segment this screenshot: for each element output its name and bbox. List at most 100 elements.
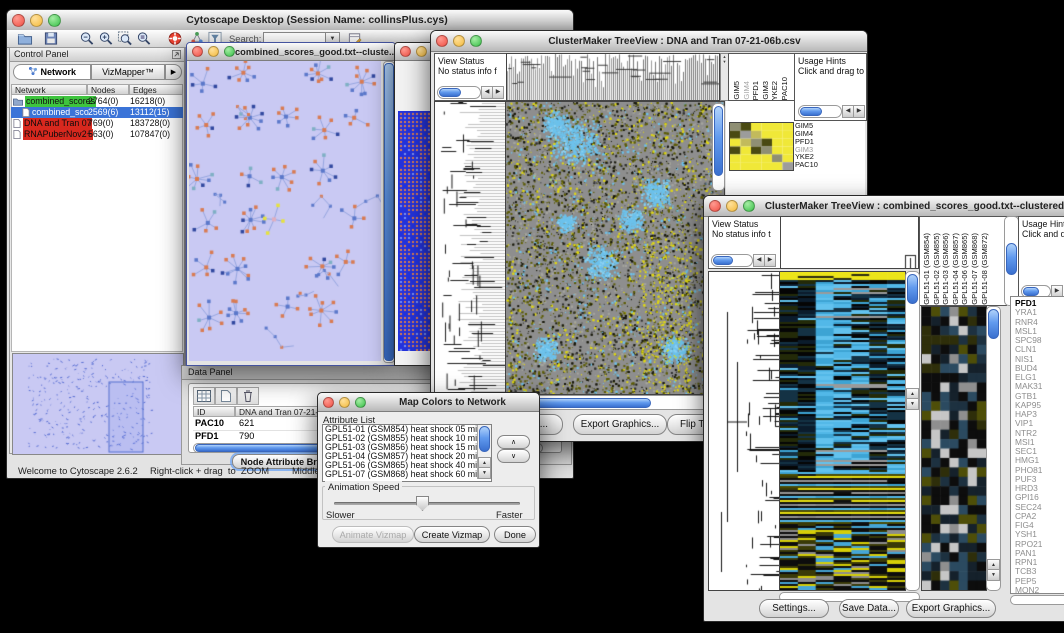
export-graphics-button[interactable]: Export Graphics... [906, 599, 996, 618]
save-data-button[interactable]: Save Data... [839, 599, 899, 618]
help-lifesaver-icon[interactable] [167, 31, 183, 46]
column-labels-vscrollbar[interactable] [1004, 216, 1019, 306]
settings-button[interactable]: Settings... [759, 599, 829, 618]
tab-vizmapper[interactable]: VizMapper™ [91, 64, 165, 80]
attribute-item[interactable]: GPL51-07 (GSM868) heat shock 60 min [323, 470, 491, 479]
minimize-icon[interactable] [208, 46, 219, 57]
network-row-rnapuber[interactable]: RNAPuberNov2+ 563(0) 107847(0) [11, 129, 183, 140]
minimize-icon[interactable] [416, 46, 427, 57]
save-session-icon[interactable] [43, 31, 59, 46]
treeview-combined-titlebar[interactable]: ClusterMaker TreeView : combined_scores_… [704, 196, 1064, 217]
float-panel-icon[interactable] [172, 50, 181, 59]
zoom-window-icon[interactable] [743, 200, 755, 212]
attribute-listbox[interactable]: GPL51-01 (GSM854) heat shock 05 minGPL51… [322, 424, 492, 482]
data-column-id[interactable]: ID [193, 406, 235, 417]
done-button[interactable]: Done [494, 526, 536, 543]
view-status-box: View Status No status info f ◀ ▶ [434, 53, 507, 101]
cluster-zoom-heatmap-canvas[interactable] [921, 306, 987, 591]
scroll-down-icon[interactable]: ▼ [987, 569, 1000, 581]
heatmap-vscrollbar[interactable] [712, 103, 725, 191]
slower-label: Slower [326, 509, 355, 520]
gene-label-list: PFD1YRA1RNR4MSL1SPC98CLN1NIS1BUD4ELG1MAK… [1010, 296, 1064, 594]
zoom-selected-region-icon[interactable] [117, 31, 133, 46]
export-graphics-button[interactable]: Export Graphics... [573, 414, 667, 435]
dialog-title: Map Colors to Network [366, 397, 539, 408]
scroll-down-icon[interactable]: ▼ [906, 398, 919, 410]
scroll-right-icon[interactable]: ▶ [492, 86, 504, 99]
scroll-right-icon[interactable]: ▶ [853, 105, 865, 118]
tab-overflow-icon[interactable]: ▶ [165, 64, 182, 80]
network-row-combined-sco-selected[interactable]: combined_sco 2569(6) 13112(15) [11, 107, 183, 118]
zoom-in-icon[interactable] [98, 31, 114, 46]
hscroll-thumb[interactable] [1023, 287, 1039, 296]
cluster-zoom-heatmap-canvas[interactable] [729, 122, 794, 171]
heatmap-canvas[interactable] [779, 271, 906, 591]
create-vizmap-button[interactable]: Create Vizmap [414, 526, 490, 543]
data-row-value: 790 [239, 430, 254, 443]
column-header-edges[interactable]: Edges [129, 84, 183, 95]
view-status-hscrollbar[interactable] [711, 254, 753, 267]
status-zoom-hint: Right-click + drag to ZOOM [150, 465, 269, 476]
row-dendrogram-canvas[interactable] [434, 101, 506, 395]
zoom-window-icon[interactable] [355, 397, 366, 408]
vscroll-thumb[interactable] [479, 426, 490, 452]
zoom-window-icon[interactable] [224, 46, 235, 57]
zoom-fit-content-icon[interactable] [136, 31, 152, 46]
zoom-window-icon[interactable] [48, 14, 61, 27]
vscroll-thumb[interactable] [1006, 243, 1017, 275]
column-dendrogram-canvas[interactable] [506, 53, 720, 101]
network-row-combined-scores[interactable]: combined_scores 2764(0) 16218(0) [11, 96, 183, 107]
network-canvas[interactable] [189, 61, 381, 361]
network-row-dna-tran[interactable]: DNA and Tran 07 769(0) 183728(0) [11, 118, 183, 129]
minimize-icon[interactable] [726, 200, 738, 212]
close-icon[interactable] [436, 35, 448, 47]
close-icon[interactable] [192, 46, 203, 57]
heatmap-canvas[interactable] [505, 101, 725, 395]
gene-list-hscrollbar[interactable] [1010, 595, 1064, 605]
delete-attribute-button[interactable] [237, 387, 259, 405]
zoom-vscrollbar[interactable]: ▲ ▼ [986, 306, 1001, 591]
row-dendrogram-canvas[interactable] [708, 271, 780, 591]
vscroll-thumb[interactable] [988, 309, 999, 339]
view-status-hscrollbar[interactable] [437, 86, 481, 99]
column-label: GPL51-06 (GSM865) [960, 233, 970, 305]
animate-vizmap-button[interactable]: Animate Vizmap [332, 526, 414, 543]
zoom-out-icon[interactable] [79, 31, 95, 46]
minimize-icon[interactable] [339, 397, 350, 408]
treeview-dna-titlebar[interactable]: ClusterMaker TreeView : DNA and Tran 07-… [431, 31, 867, 52]
column-dendrogram-canvas[interactable] [780, 216, 919, 269]
zoom-window-icon[interactable] [470, 35, 482, 47]
move-up-button[interactable]: ∧ [497, 435, 530, 449]
column-label: GPL51-04 (GSM857) [951, 233, 961, 305]
minimize-icon[interactable] [30, 14, 43, 27]
scroll-right-icon[interactable]: ▶ [764, 254, 776, 267]
attribute-list-vscrollbar[interactable]: ▲ ▼ [477, 425, 491, 479]
close-icon[interactable] [400, 46, 411, 57]
vscroll-thumb[interactable] [714, 106, 723, 176]
close-icon[interactable] [323, 397, 334, 408]
hscroll-thumb[interactable] [713, 256, 733, 265]
scroll-down-icon[interactable]: ▼ [478, 467, 491, 479]
network-overview-canvas[interactable] [12, 353, 184, 455]
close-icon[interactable] [12, 14, 25, 27]
close-icon[interactable] [709, 200, 721, 212]
dialog-titlebar[interactable]: Map Colors to Network [318, 393, 539, 412]
network-view-titlebar[interactable]: combined_scores_good.txt--cluste... [187, 43, 395, 61]
move-down-button[interactable]: ∨ [497, 449, 530, 463]
new-attribute-button[interactable] [215, 387, 237, 405]
select-attributes-button[interactable] [193, 387, 215, 405]
adjacency-grid-canvas[interactable] [398, 111, 434, 351]
gene-label[interactable]: MON2 [1015, 586, 1064, 594]
column-header-network[interactable]: Network [11, 84, 87, 95]
hscroll-thumb[interactable] [800, 107, 822, 116]
vscroll-thumb[interactable] [907, 274, 918, 304]
vscroll-thumb[interactable] [384, 63, 394, 361]
heatmap-vscrollbar[interactable]: ▲ ▼ [905, 271, 920, 591]
usage-hints-hscrollbar[interactable] [798, 105, 842, 118]
hscroll-thumb[interactable] [439, 88, 461, 97]
minimize-icon[interactable] [453, 35, 465, 47]
open-session-icon[interactable] [17, 31, 33, 46]
column-header-nodes[interactable]: Nodes [87, 84, 129, 95]
tab-network[interactable]: Network [13, 64, 91, 80]
main-titlebar[interactable]: Cytoscape Desktop (Session Name: collins… [7, 10, 573, 31]
